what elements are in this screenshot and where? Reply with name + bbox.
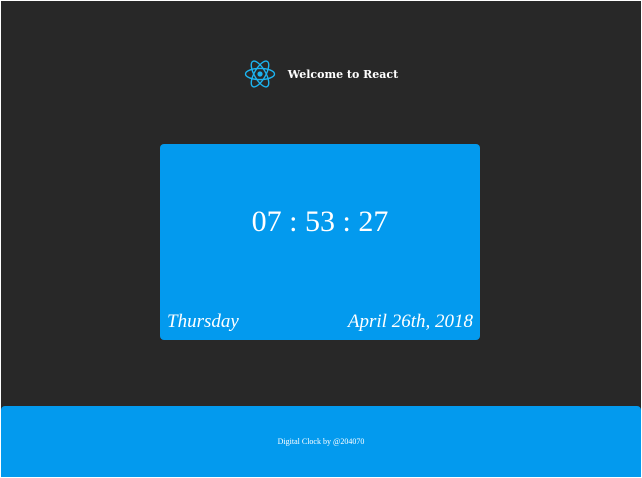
app-header: Welcome to React xyxy=(1,57,641,91)
clock-time: 07 : 53 : 27 xyxy=(251,205,389,238)
footer-credit: Digital Clock by @204070 xyxy=(277,437,365,446)
clock-date: April 26th, 2018 xyxy=(347,311,473,332)
app-frame: Welcome to React 07 : 53 : 27 Thursday A… xyxy=(1,1,641,477)
react-atom-icon xyxy=(244,60,275,88)
clock-card: 07 : 53 : 27 Thursday April 26th, 2018 xyxy=(160,144,480,340)
app-title: Welcome to React xyxy=(287,67,399,81)
app-footer: Digital Clock by @204070 xyxy=(1,406,641,477)
clock-day: Thursday xyxy=(167,311,239,332)
